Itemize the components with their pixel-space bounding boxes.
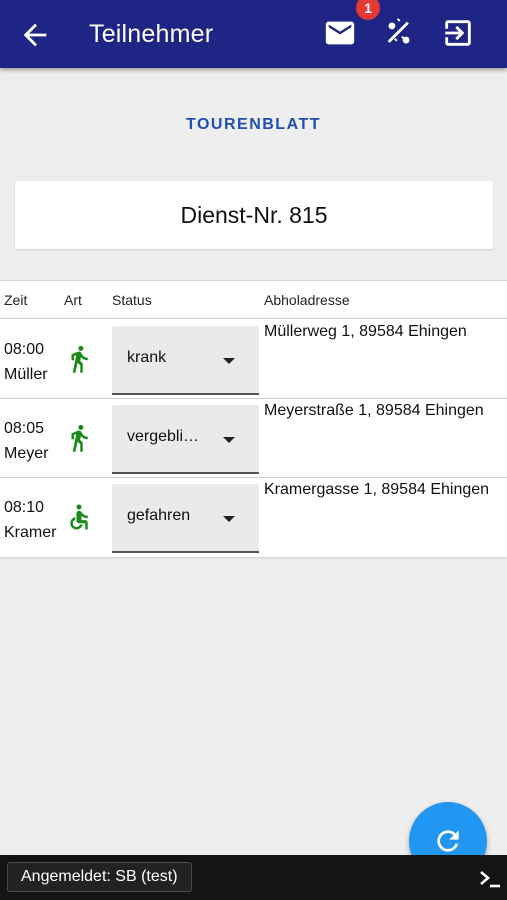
time-value: 08:00 — [4, 341, 45, 358]
participant-name: Müller — [4, 366, 48, 383]
caret-down-icon — [223, 437, 235, 443]
column-header-status: Status — [112, 292, 152, 308]
status-bar: Angemeldet: SB (test) — [0, 855, 507, 900]
page-title: Teilnehmer — [89, 20, 214, 48]
time-value: 08:10 — [4, 499, 45, 516]
dienst-card: Dienst-Nr. 815 — [15, 181, 493, 249]
tourenblatt-link[interactable]: TOURENBLATT — [0, 116, 507, 134]
status-value: krank — [127, 349, 167, 366]
time-cell: 08:10 Kramer — [4, 495, 56, 545]
app-bar: Teilnehmer 1 — [0, 0, 507, 68]
column-header-abholadresse: Abholadresse — [264, 292, 350, 308]
participant-name: Kramer — [4, 524, 57, 541]
time-value: 08:05 — [4, 420, 45, 437]
column-header-art: Art — [64, 292, 82, 308]
table-row[interactable]: 08:05 Meyer vergebli… Meyerstraße 1, 895… — [0, 399, 507, 478]
caret-down-icon — [223, 516, 235, 522]
mail-badge: 1 — [356, 0, 380, 20]
logged-in-chip: Angemeldet: SB (test) — [7, 862, 192, 892]
wheelchair-icon — [70, 504, 88, 530]
walking-person-icon — [71, 345, 88, 373]
table-row[interactable]: 08:10 Kramer gefahren Kramergasse 1, 895… — [0, 478, 507, 557]
terminal-icon[interactable] — [478, 868, 502, 890]
pickup-address: Müllerweg 1, 89584 Ehingen — [264, 323, 467, 340]
table-header: Zeit Art Status Abholadresse — [0, 281, 507, 319]
table-row[interactable]: 08:00 Müller krank Müllerweg 1, 89584 Eh… — [0, 320, 507, 399]
pickup-address: Kramergasse 1, 89584 Ehingen — [264, 481, 490, 498]
participant-name: Meyer — [4, 445, 49, 462]
status-select[interactable]: gefahren — [112, 484, 259, 553]
caret-down-icon — [223, 358, 235, 364]
refresh-icon — [437, 830, 459, 852]
percent-icon[interactable] — [382, 16, 416, 50]
walking-person-icon — [71, 424, 88, 452]
time-cell: 08:05 Meyer — [4, 416, 48, 466]
status-select[interactable]: krank — [112, 326, 259, 395]
column-header-zeit: Zeit — [4, 292, 28, 308]
status-value: vergebli… — [127, 428, 200, 445]
mail-icon[interactable] — [323, 16, 357, 50]
participants-table: Zeit Art Status Abholadresse 08:00 Mülle… — [0, 280, 507, 557]
arrow-back-icon[interactable] — [18, 18, 52, 52]
status-value: gefahren — [127, 507, 191, 524]
logout-icon[interactable] — [441, 16, 475, 50]
pickup-address: Meyerstraße 1, 89584 Ehingen — [264, 402, 484, 419]
time-cell: 08:00 Müller — [4, 337, 48, 387]
status-select[interactable]: vergebli… — [112, 405, 259, 474]
dienst-number: Dienst-Nr. 815 — [180, 202, 328, 228]
